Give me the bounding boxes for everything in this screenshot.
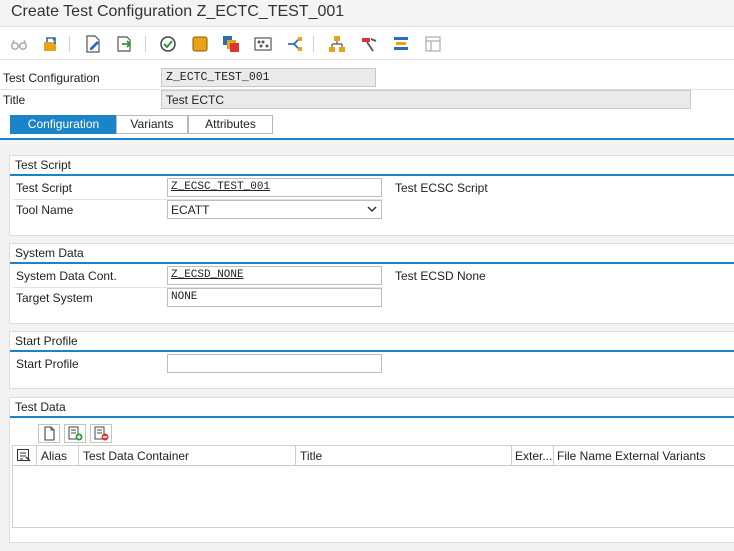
column-header-title[interactable]: Title	[300, 449, 322, 463]
test-script-description: Test ECSC Script	[395, 181, 488, 195]
select-all-icon[interactable]	[16, 448, 32, 463]
insert-row-button[interactable]	[64, 424, 86, 443]
title-bar: Create Test Configuration Z_ECTC_TEST_00…	[0, 0, 734, 27]
glasses-icon[interactable]	[9, 34, 29, 54]
tab-configuration[interactable]: Configuration	[10, 115, 117, 134]
delete-row-icon	[94, 426, 109, 441]
test-data-table-header: Alias Test Data Container Title Exter...…	[13, 446, 734, 466]
test-script-group-title: Test Script	[15, 158, 72, 172]
tool-name-label: Tool Name	[16, 203, 74, 217]
system-data-container-description: Test ECSD None	[395, 269, 486, 283]
test-script-label: Test Script	[16, 181, 73, 195]
window-title: Create Test Configuration Z_ECTC_TEST_00…	[11, 3, 345, 20]
edit-document-icon[interactable]	[83, 34, 103, 54]
hierarchy-icon[interactable]	[327, 34, 347, 54]
application-toolbar	[0, 28, 734, 60]
insert-row-icon	[68, 426, 83, 441]
title-label: Title	[3, 93, 26, 107]
tab-variants[interactable]: Variants	[116, 115, 188, 134]
layout-icon[interactable]	[423, 34, 443, 54]
abacus-icon[interactable]	[253, 34, 273, 54]
distribute-icon[interactable]	[285, 34, 305, 54]
tool-name-value: ECATT	[171, 203, 210, 217]
column-header-alias[interactable]: Alias	[41, 449, 67, 463]
test-configuration-field[interactable]: Z_ECTC_TEST_001	[161, 68, 376, 87]
transport-icon[interactable]	[41, 34, 61, 54]
target-system-label: Target System	[16, 291, 93, 305]
system-data-container-label: System Data Cont.	[16, 269, 117, 283]
test-configuration-label: Test Configuration	[3, 71, 100, 85]
export-document-icon[interactable]	[115, 34, 135, 54]
system-data-group-title: System Data	[15, 246, 84, 260]
object-icon[interactable]	[190, 34, 210, 54]
start-profile-field[interactable]	[167, 354, 382, 373]
start-profile-label: Start Profile	[16, 357, 79, 371]
tool-name-select[interactable]: ECATT	[167, 200, 382, 219]
copy-objects-icon[interactable]	[221, 34, 241, 54]
target-system-field[interactable]: NONE	[167, 288, 382, 307]
column-header-test-data-container[interactable]: Test Data Container	[83, 449, 189, 463]
blank-document-icon	[44, 426, 55, 441]
column-header-external[interactable]: Exter...	[515, 449, 552, 463]
test-script-value: Z_ECSC_TEST_001	[171, 181, 271, 193]
system-data-container-field[interactable]: Z_ECSD_NONE	[167, 266, 382, 285]
test-data-group-title: Test Data	[15, 400, 66, 414]
new-entry-button[interactable]	[38, 424, 60, 443]
title-field[interactable]: Test ECTC	[161, 90, 691, 109]
test-data-table: Alias Test Data Container Title Exter...…	[12, 445, 734, 528]
align-icon[interactable]	[391, 34, 411, 54]
tab-attributes[interactable]: Attributes	[188, 115, 273, 134]
column-header-file-name-external-variants[interactable]: File Name External Variants	[557, 449, 706, 463]
start-profile-group-title: Start Profile	[15, 334, 78, 348]
delete-row-button[interactable]	[90, 424, 112, 443]
system-data-container-value: Z_ECSD_NONE	[171, 269, 244, 281]
test-script-field[interactable]: Z_ECSC_TEST_001	[167, 178, 382, 197]
tools-icon[interactable]	[359, 34, 379, 54]
chevron-down-icon	[367, 206, 377, 213]
check-icon[interactable]	[158, 34, 178, 54]
